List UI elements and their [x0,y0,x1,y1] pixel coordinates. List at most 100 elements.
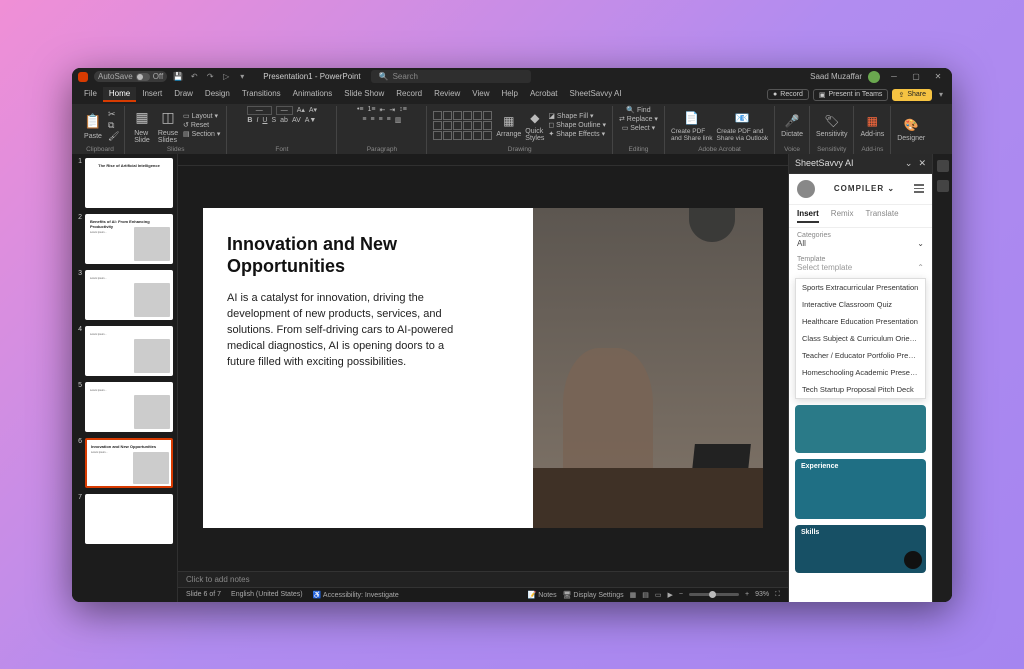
shape-outline-button[interactable]: ◻ Shape Outline ▾ [548,121,606,129]
paste-button[interactable]: 📋 Paste [82,110,104,140]
panel-close-icon[interactable]: ✕ [918,158,926,169]
slide-thumbnail-pane[interactable]: 1The Rise of Artificial Intelligence2Ben… [72,154,178,602]
zoom-slider[interactable] [689,593,739,596]
template-option[interactable]: Interactive Classroom Quiz [796,296,925,313]
preview-card-1[interactable] [795,405,926,453]
tab-slide-show[interactable]: Slide Show [338,87,390,102]
strip-icon-1[interactable] [937,160,949,172]
line-spacing-icon[interactable]: ↕≡ [399,106,407,113]
shadow-button[interactable]: ab [280,117,288,124]
panel-tab-translate[interactable]: Translate [865,209,898,223]
preview-card-experience[interactable]: Experience [795,459,926,519]
font-color-icon[interactable]: A▼ [305,117,317,124]
bullets-icon[interactable]: •≡ [357,106,364,113]
slide-thumbnail-2[interactable]: Benefits of AI: From Enhancing Productiv… [85,214,173,264]
replace-button[interactable]: ⇄ Replace ▾ [619,115,658,123]
panel-tab-insert[interactable]: Insert [797,209,819,223]
font-size-select[interactable]: — [276,106,293,115]
slide-thumbnail-7[interactable] [85,494,173,544]
template-option[interactable]: Teacher / Educator Portfolio Prese… [796,347,925,364]
categories-field[interactable]: Categories All⌄ [789,228,932,252]
minimize-icon[interactable]: ─ [886,71,902,83]
sensitivity-button[interactable]: 🏷 Sensitivity [816,112,848,138]
section-button[interactable]: ▤ Section ▾ [183,130,220,138]
strip-icon-2[interactable] [937,180,949,192]
slide-thumbnail-3[interactable]: Lorem ipsum… [85,270,173,320]
arrange-button[interactable]: ▦ Arrange [496,112,521,138]
save-icon[interactable]: 💾 [173,72,183,82]
ribbon-collapse-icon[interactable]: ▾ [936,90,946,100]
status-language[interactable]: English (United States) [231,591,303,598]
slide-thumbnail-5[interactable]: Lorem ipsum… [85,382,173,432]
slide-body-text[interactable]: AI is a catalyst for innovation, driving… [227,291,457,371]
bold-button[interactable]: B [247,117,252,124]
tab-file[interactable]: File [78,87,103,102]
tab-animations[interactable]: Animations [287,87,339,102]
columns-icon[interactable]: ▥ [395,116,402,124]
numbering-icon[interactable]: 1≡ [368,106,376,113]
strike-button[interactable]: S [271,117,276,124]
current-slide[interactable]: Innovation and New Opportunities AI is a… [203,208,763,528]
status-accessibility[interactable]: ♿ Accessibility: Investigate [313,591,399,599]
present-in-teams-button[interactable]: ▣ Present in Teams [813,89,889,101]
template-field[interactable]: Template Select template⌃ [789,252,932,276]
tab-sheetsavvy-ai[interactable]: SheetSavvy AI [564,87,628,102]
format-painter-icon[interactable]: 🖌 [108,131,118,141]
align-center-icon[interactable]: ≡ [370,116,374,123]
slide-stage[interactable]: Innovation and New Opportunities AI is a… [178,166,788,571]
font-family-select[interactable]: — [247,106,272,115]
indent-inc-icon[interactable]: ⇥ [389,106,395,114]
zoom-out-icon[interactable]: − [679,591,683,598]
slide-thumbnail-1[interactable]: The Rise of Artificial Intelligence [85,158,173,208]
notes-toggle-button[interactable]: 📝 Notes [528,591,557,599]
tab-home[interactable]: Home [103,87,136,102]
template-option[interactable]: Healthcare Education Presentation [796,313,925,330]
tab-review[interactable]: Review [428,87,466,102]
user-avatar-icon[interactable] [868,71,880,83]
view-slideshow-icon[interactable]: ▶ [668,591,673,599]
redo-icon[interactable]: ↷ [205,72,215,82]
tab-design[interactable]: Design [199,87,236,102]
slide-title[interactable]: Innovation and New Opportunities [227,234,509,277]
cut-icon[interactable]: ✂ [108,109,118,119]
addins-button[interactable]: ▦ Add-ins [860,112,884,138]
reset-button[interactable]: ↺ Reset [183,121,220,129]
display-settings-button[interactable]: 🖥 Display Settings [563,591,624,599]
preview-card-skills[interactable]: Skills [795,525,926,573]
slide-image[interactable] [533,208,763,528]
quick-styles-button[interactable]: ◆ Quick Styles [525,109,544,142]
italic-button[interactable]: I [256,117,258,124]
tab-help[interactable]: Help [496,87,524,102]
view-sorter-icon[interactable]: ▤ [642,591,649,599]
share-button[interactable]: ⇪ Share [892,89,932,101]
align-left-icon[interactable]: ≡ [362,116,366,123]
search-input[interactable]: 🔍 Search [371,70,531,83]
tab-insert[interactable]: Insert [136,87,168,102]
designer-button[interactable]: 🎨 Designer [897,116,925,142]
indent-dec-icon[interactable]: ⇤ [379,106,385,114]
align-right-icon[interactable]: ≡ [379,116,383,123]
maximize-icon[interactable]: ▢ [908,71,924,83]
copy-icon[interactable]: ⧉ [108,120,118,130]
create-pdf-share-outlook-button[interactable]: 📧 Create PDF and Share via Outlook [717,109,769,142]
panel-tab-remix[interactable]: Remix [831,209,854,223]
fit-to-window-icon[interactable]: ⛶ [775,591,780,599]
select-button[interactable]: ▭ Select ▾ [622,124,656,132]
slide-thumbnail-4[interactable]: Lorem ipsum… [85,326,173,376]
template-option[interactable]: Sports Extracurricular Presentation [796,279,925,296]
dictate-button[interactable]: 🎤 Dictate [781,112,803,138]
notes-pane[interactable]: Click to add notes [178,571,788,587]
view-normal-icon[interactable]: ▦ [630,591,637,599]
tab-transitions[interactable]: Transitions [236,87,287,102]
undo-icon[interactable]: ↶ [189,72,199,82]
start-slideshow-icon[interactable]: ▷ [221,72,231,82]
find-button[interactable]: 🔍 Find [626,106,650,114]
underline-button[interactable]: U [262,117,267,124]
char-spacing-icon[interactable]: AV [292,117,301,124]
shape-effects-button[interactable]: ✦ Shape Effects ▾ [548,130,606,138]
panel-menu-icon[interactable] [914,184,924,193]
shapes-gallery[interactable] [433,111,492,140]
new-slide-button[interactable]: ▦ New Slide [131,107,153,144]
panel-chevron-icon[interactable]: ⌄ [905,158,913,169]
view-reading-icon[interactable]: ▭ [655,591,662,599]
